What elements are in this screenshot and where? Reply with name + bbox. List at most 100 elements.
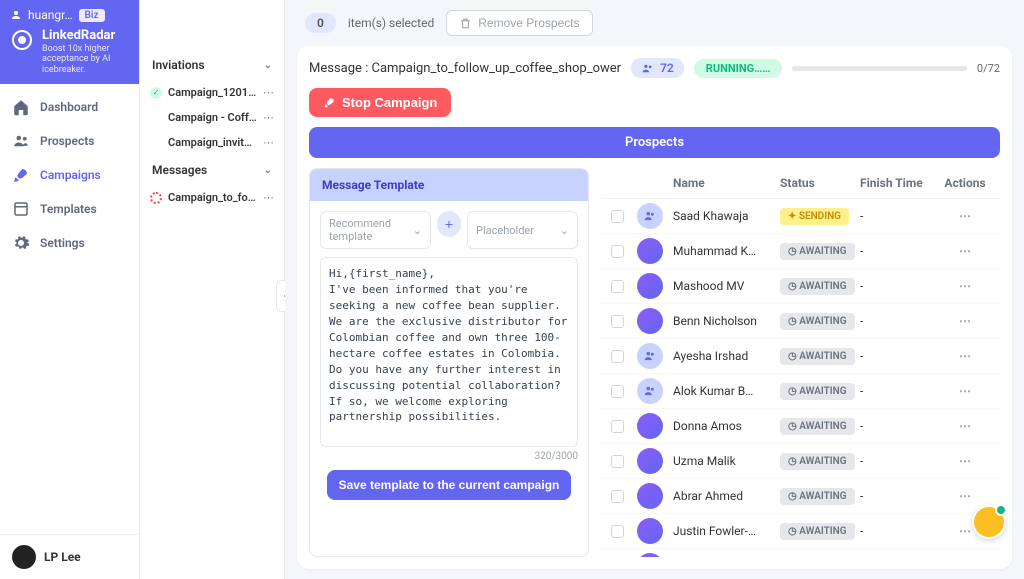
user-icon xyxy=(10,9,22,21)
table-row[interactable]: Mashood MV◷ AWAITING-⋯ xyxy=(601,269,1000,304)
nav-templates[interactable]: Templates xyxy=(0,192,139,226)
campaign-item-2[interactable]: Campaign - Coff… ⋯ xyxy=(140,105,284,130)
gear-icon xyxy=(12,234,30,252)
row-checkbox[interactable] xyxy=(611,455,624,468)
status-badge: ◷ AWAITING xyxy=(780,453,855,470)
stop-campaign-button[interactable]: Stop Campaign xyxy=(309,88,451,117)
template-panel: Message Template Recommend template ⌄ + … xyxy=(309,168,589,557)
row-checkbox[interactable] xyxy=(611,420,624,433)
more-icon[interactable]: ⋯ xyxy=(263,86,274,99)
row-finish: - xyxy=(860,314,940,328)
row-actions[interactable]: ⋯ xyxy=(940,349,990,363)
row-name: Alok Kumar B… xyxy=(673,384,780,398)
row-actions[interactable]: ⋯ xyxy=(940,384,990,398)
status-badge: ◷ AWAITING xyxy=(780,523,855,540)
sidebar: huangr… Biz LinkedRadar Boost 10x higher… xyxy=(0,0,140,579)
row-finish: - xyxy=(860,384,940,398)
sidebar-footer[interactable]: LP Lee xyxy=(0,534,139,579)
table-row[interactable]: Donna Amos◷ AWAITING-⋯ xyxy=(601,409,1000,444)
more-icon[interactable]: ⋯ xyxy=(263,136,274,149)
row-checkbox[interactable] xyxy=(611,315,624,328)
placeholder-select[interactable]: Placeholder ⌄ xyxy=(467,211,578,249)
row-finish: - xyxy=(860,419,940,433)
row-finish: - xyxy=(860,454,940,468)
row-actions[interactable]: ⋯ xyxy=(940,314,990,328)
row-actions[interactable]: ⋯ xyxy=(940,244,990,258)
row-name: Muhammad K… xyxy=(673,244,780,258)
avatar xyxy=(637,378,663,404)
nav-settings[interactable]: Settings xyxy=(0,226,139,260)
status-badge: ◷ AWAITING xyxy=(780,383,855,400)
status-badge: ✦ SENDING xyxy=(780,208,849,225)
campaign-item-3-label: Campaign_invita… xyxy=(168,136,257,149)
table-header: Name Status Finish Time Actions xyxy=(601,168,1000,199)
recommend-template-select[interactable]: Recommend template ⌄ xyxy=(320,211,431,249)
row-actions[interactable]: ⋯ xyxy=(940,279,990,293)
row-actions[interactable]: ⋯ xyxy=(940,454,990,468)
row-checkbox[interactable] xyxy=(611,280,624,293)
more-icon[interactable]: ⋯ xyxy=(263,111,274,124)
table-row[interactable]: Saad Khawaja✦ SENDING-⋯ xyxy=(601,199,1000,234)
table-row[interactable]: KRISHNA, Bh…◷ AWAITING-⋯ xyxy=(601,549,1000,557)
more-icon[interactable]: ⋯ xyxy=(263,191,274,204)
row-finish: - xyxy=(860,244,940,258)
campaign-panel: ‹ Inviations ⌄ ✓ Campaign_1201_1 ⋯ Campa… xyxy=(140,0,285,579)
progress-bar xyxy=(792,66,967,71)
nav-prospects[interactable]: Prospects xyxy=(0,124,139,158)
table-row[interactable]: Muhammad K…◷ AWAITING-⋯ xyxy=(601,234,1000,269)
trash-icon xyxy=(459,17,472,30)
status-badge: ◷ AWAITING xyxy=(780,243,855,260)
selected-label: item(s) selected xyxy=(348,16,434,30)
col-finish: Finish Time xyxy=(860,176,940,190)
campaign-message-1[interactable]: Campaign_to_fol… ⋯ xyxy=(140,185,284,210)
message-body-textarea[interactable] xyxy=(320,257,578,447)
recommend-label: Recommend template xyxy=(329,217,413,243)
campaign-item-3[interactable]: Campaign_invita… ⋯ xyxy=(140,130,284,155)
row-name: Saad Khawaja xyxy=(673,209,780,223)
row-checkbox[interactable] xyxy=(611,210,624,223)
row-name: Uzma Malik xyxy=(673,454,780,468)
add-template-button[interactable]: + xyxy=(437,211,461,237)
campaign-item-1[interactable]: ✓ Campaign_1201_1 ⋯ xyxy=(140,80,284,105)
section-invitations[interactable]: Inviations ⌄ xyxy=(140,50,284,80)
table-row[interactable]: Benn Nicholson◷ AWAITING-⋯ xyxy=(601,304,1000,339)
people-count-pill[interactable]: 72 xyxy=(631,58,684,78)
template-icon xyxy=(12,200,30,218)
nav-settings-label: Settings xyxy=(40,236,85,250)
table-row[interactable]: Uzma Malik◷ AWAITING-⋯ xyxy=(601,444,1000,479)
remove-prospects-label: Remove Prospects xyxy=(478,16,579,30)
char-counter: 320/3000 xyxy=(320,451,578,462)
row-finish: - xyxy=(860,489,940,503)
table-row[interactable]: Justin Fowler-…◷ AWAITING-⋯ xyxy=(601,514,1000,549)
status-badge: ◷ AWAITING xyxy=(780,418,855,435)
table-row[interactable]: Ayesha Irshad◷ AWAITING-⋯ xyxy=(601,339,1000,374)
col-actions: Actions xyxy=(940,176,990,190)
avatar xyxy=(637,343,663,369)
row-actions[interactable]: ⋯ xyxy=(940,419,990,433)
row-name: Justin Fowler-… xyxy=(673,524,780,538)
col-name: Name xyxy=(673,176,780,190)
chat-fab[interactable] xyxy=(972,505,1006,539)
row-checkbox[interactable] xyxy=(611,525,624,538)
save-template-button[interactable]: Save template to the current campaign xyxy=(327,470,572,500)
nav-campaigns[interactable]: Campaigns xyxy=(0,158,139,192)
row-checkbox[interactable] xyxy=(611,490,624,503)
row-actions[interactable]: ⋯ xyxy=(940,489,990,503)
people-icon xyxy=(643,384,657,398)
tab-prospects[interactable]: Prospects xyxy=(309,127,1000,158)
section-messages[interactable]: Messages ⌄ xyxy=(140,155,284,185)
plan-badge: Biz xyxy=(79,9,105,22)
row-finish: - xyxy=(860,209,940,223)
stop-campaign-label: Stop Campaign xyxy=(342,95,437,110)
nav-dashboard[interactable]: Dashboard xyxy=(0,90,139,124)
row-checkbox[interactable] xyxy=(611,245,624,258)
row-checkbox[interactable] xyxy=(611,350,624,363)
row-checkbox[interactable] xyxy=(611,385,624,398)
table-row[interactable]: Alok Kumar B…◷ AWAITING-⋯ xyxy=(601,374,1000,409)
row-name: Ayesha Irshad xyxy=(673,349,780,363)
row-actions[interactable]: ⋯ xyxy=(940,209,990,223)
brand-name: LinkedRadar xyxy=(42,28,129,44)
table-row[interactable]: Abrar Ahmed◷ AWAITING-⋯ xyxy=(601,479,1000,514)
remove-prospects-button[interactable]: Remove Prospects xyxy=(446,10,592,36)
campaign-item-2-label: Campaign - Coff… xyxy=(168,111,257,124)
